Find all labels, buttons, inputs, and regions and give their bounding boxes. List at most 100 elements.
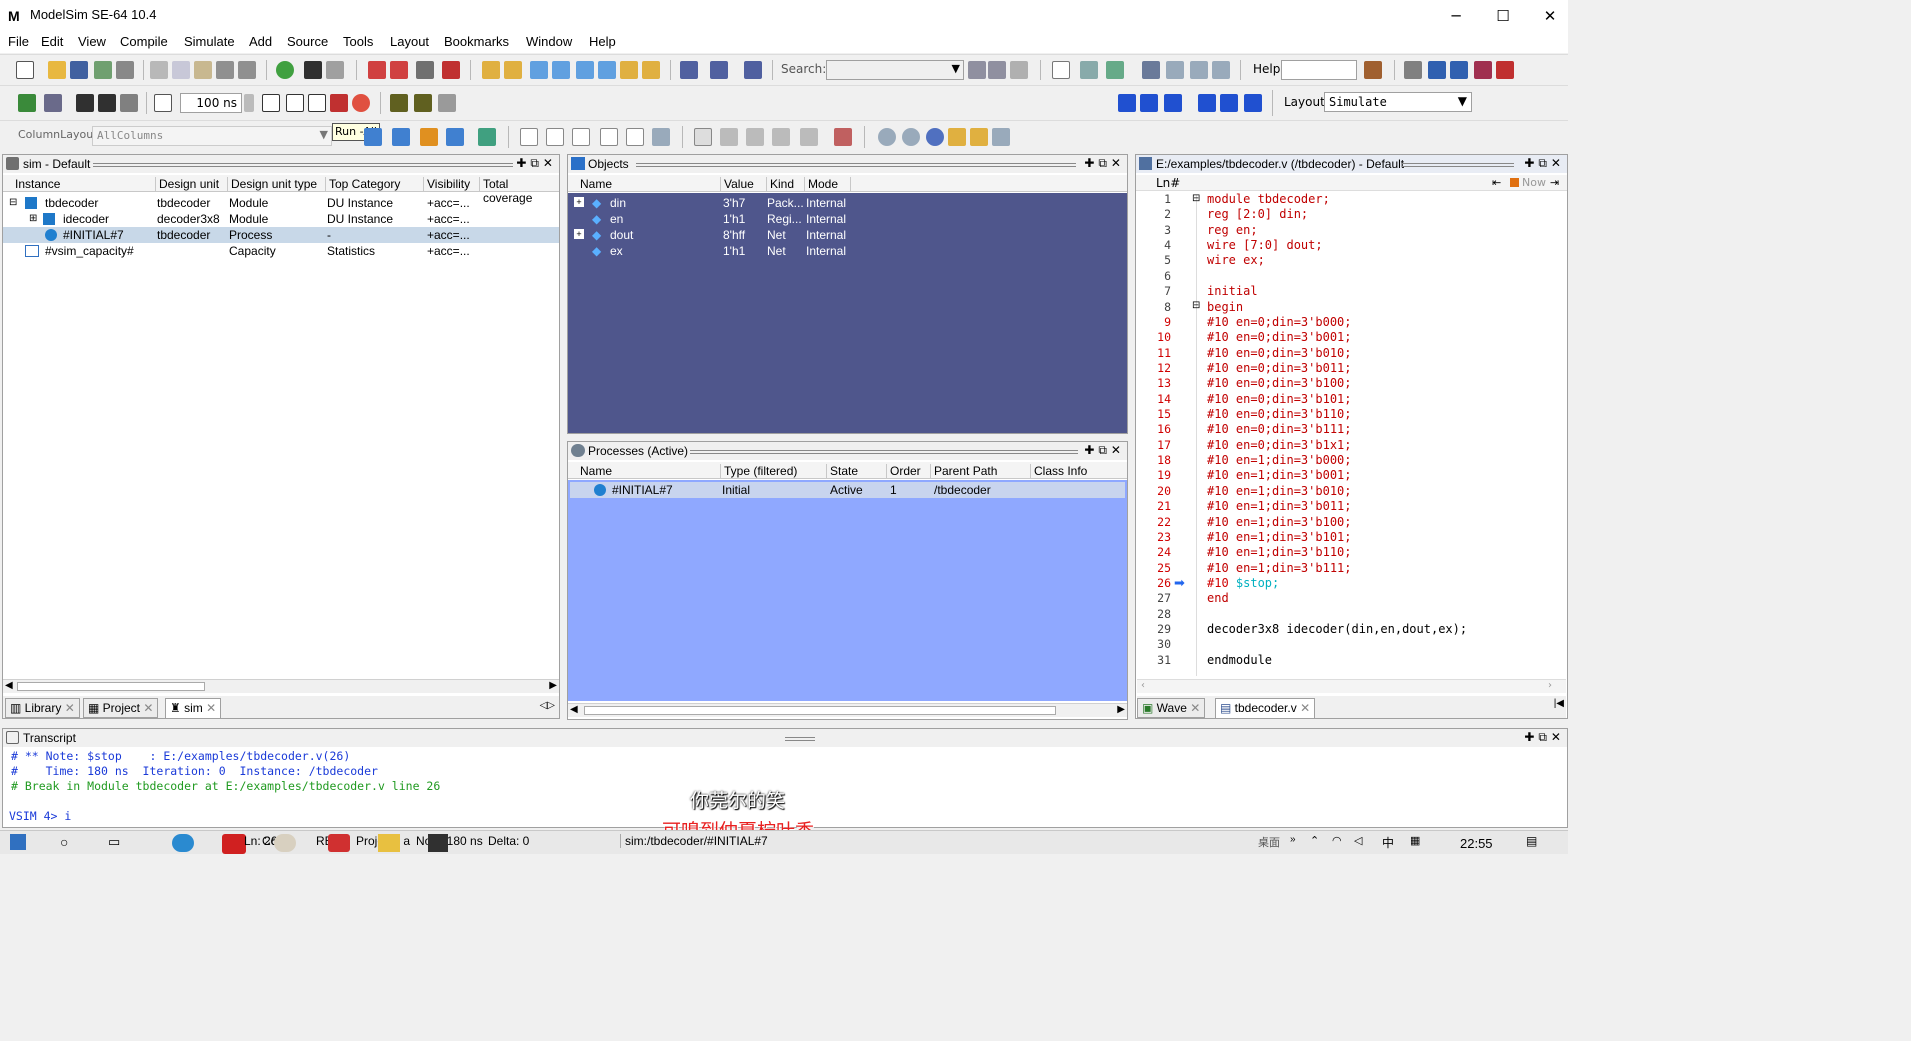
trace-x-icon[interactable] bbox=[620, 61, 638, 79]
wave-up-icon[interactable] bbox=[482, 61, 500, 79]
taskbar-search-icon[interactable]: ○ bbox=[60, 834, 68, 850]
list-item[interactable]: + ◆ din 3'h7 Pack... Internal bbox=[568, 195, 1127, 211]
expand-icon[interactable]: ⊞ bbox=[29, 213, 37, 224]
tool-a-icon[interactable] bbox=[1404, 61, 1422, 79]
help-search-icon[interactable] bbox=[1364, 61, 1382, 79]
col-state[interactable]: State bbox=[826, 464, 886, 479]
layout-4-icon[interactable] bbox=[1142, 61, 1160, 79]
col-instance[interactable]: Instance bbox=[3, 177, 155, 192]
collapse-icon[interactable] bbox=[326, 61, 344, 79]
list-item[interactable]: ◆ en 1'h1 Regi... Internal bbox=[568, 211, 1127, 227]
trace-y-icon[interactable] bbox=[642, 61, 660, 79]
table-row[interactable]: #vsim_capacity# Capacity Statistics +acc… bbox=[3, 243, 559, 259]
tool-e-icon[interactable] bbox=[1496, 61, 1514, 79]
menu-compile[interactable]: Compile bbox=[120, 34, 168, 49]
panel-controls[interactable]: ✚⧉✕ bbox=[516, 156, 557, 171]
minimize-button[interactable]: ─ bbox=[1433, 4, 1479, 28]
up-arrow-icon[interactable] bbox=[76, 94, 94, 112]
task-view-icon[interactable]: ▭ bbox=[108, 834, 120, 850]
menu-edit[interactable]: Edit bbox=[41, 34, 63, 49]
search-input[interactable]: ▼ bbox=[826, 60, 964, 80]
layout-select[interactable]: Simulate ▼ bbox=[1324, 92, 1472, 112]
back-arrow-icon[interactable] bbox=[98, 94, 116, 112]
layout-7-icon[interactable] bbox=[1212, 61, 1230, 79]
menu-window[interactable]: Window bbox=[526, 34, 572, 49]
env-icon[interactable] bbox=[44, 94, 62, 112]
tray-expand-icon[interactable]: » bbox=[1290, 834, 1296, 845]
scroll-right-icon[interactable]: ▶ bbox=[549, 680, 557, 691]
step-icon[interactable] bbox=[390, 94, 408, 112]
print-icon[interactable] bbox=[116, 61, 134, 79]
break-icon[interactable] bbox=[368, 61, 386, 79]
tool-b-icon[interactable] bbox=[1428, 61, 1446, 79]
paste-icon[interactable] bbox=[194, 61, 212, 79]
filter-output-icon[interactable] bbox=[546, 128, 564, 146]
maximize-button[interactable]: ☐ bbox=[1480, 4, 1526, 28]
keyboard-icon[interactable]: ▦ bbox=[1410, 834, 1420, 847]
col-name[interactable]: Name bbox=[568, 464, 720, 479]
run-all-icon[interactable] bbox=[308, 94, 326, 112]
panel-controls[interactable]: ✚⧉✕ bbox=[1084, 156, 1125, 171]
col-total-coverage[interactable]: Total coverage bbox=[479, 177, 559, 205]
panel-controls[interactable]: ✚⧉✕ bbox=[1524, 730, 1565, 745]
col-design-unit[interactable]: Design unit bbox=[155, 177, 227, 192]
layout-2-icon[interactable] bbox=[1080, 61, 1098, 79]
fold-icon[interactable]: ⊟ bbox=[1192, 193, 1200, 204]
close-icon[interactable]: ✕ bbox=[143, 701, 153, 715]
scroll-left-icon[interactable]: ◀ bbox=[570, 704, 578, 715]
zoom-out-icon[interactable] bbox=[902, 128, 920, 146]
step-out-icon[interactable] bbox=[1164, 94, 1182, 112]
col-class-info[interactable]: Class Info bbox=[1030, 464, 1127, 479]
close-window-button[interactable]: ✕ bbox=[1527, 4, 1573, 28]
col-name[interactable]: Name bbox=[568, 177, 720, 192]
col-design-unit-type[interactable]: Design unit type bbox=[227, 177, 325, 192]
wave-down-icon[interactable] bbox=[504, 61, 522, 79]
run-length-input[interactable]: 100 ns bbox=[180, 93, 242, 113]
panel-controls[interactable]: ✚⧉✕ bbox=[1084, 443, 1125, 458]
app-2-icon[interactable] bbox=[328, 834, 350, 852]
menu-add[interactable]: Add bbox=[249, 34, 272, 49]
tab-source-file[interactable]: ▤ tbdecoder.v ✕ bbox=[1215, 698, 1316, 718]
network-icon[interactable]: ◠ bbox=[1332, 834, 1342, 847]
list-item[interactable]: + ◆ dout 8'hff Net Internal bbox=[568, 227, 1127, 243]
table-row[interactable]: ⊞ idecoder decoder3x8 Module DU Instance… bbox=[3, 211, 559, 227]
trace-up-icon[interactable] bbox=[576, 61, 594, 79]
wave-add-5-icon[interactable] bbox=[478, 128, 496, 146]
col-visibility[interactable]: Visibility bbox=[423, 177, 479, 192]
step-over-blue-icon[interactable] bbox=[1140, 94, 1158, 112]
tool-c-icon[interactable] bbox=[1450, 61, 1468, 79]
zoom-cursor-icon[interactable] bbox=[948, 128, 966, 146]
expand-icon[interactable]: + bbox=[574, 229, 584, 239]
col-type[interactable]: Type (filtered) bbox=[720, 464, 826, 479]
close-icon[interactable]: ✕ bbox=[206, 701, 216, 715]
processes-horizontal-scrollbar[interactable]: ◀ ▶ bbox=[568, 703, 1127, 717]
cut-icon[interactable] bbox=[150, 61, 168, 79]
tab-wave[interactable]: ▣ Wave ✕ bbox=[1137, 698, 1206, 718]
run-length-icon[interactable] bbox=[154, 94, 172, 112]
menu-bookmarks[interactable]: Bookmarks bbox=[444, 34, 509, 49]
tab-sim[interactable]: ♜ sim ✕ bbox=[165, 698, 222, 718]
menu-help[interactable]: Help bbox=[589, 34, 616, 49]
scroll-right-icon[interactable]: › bbox=[1548, 680, 1552, 691]
undo-icon[interactable] bbox=[216, 61, 234, 79]
scroll-thumb[interactable] bbox=[17, 682, 205, 691]
menu-source[interactable]: Source bbox=[287, 34, 328, 49]
filter-input-icon[interactable] bbox=[520, 128, 538, 146]
cursor-2-icon[interactable] bbox=[800, 128, 818, 146]
tray-chevron-icon[interactable]: ⌃ bbox=[1310, 834, 1319, 847]
help-input[interactable] bbox=[1281, 60, 1357, 80]
break-sim-icon[interactable] bbox=[330, 94, 348, 112]
layout-1-icon[interactable] bbox=[1052, 61, 1070, 79]
list-item[interactable]: ◆ ex 1'h1 Net Internal bbox=[568, 243, 1127, 259]
tab-project[interactable]: ▦ Project ✕ bbox=[83, 698, 159, 718]
wave-add-3-icon[interactable] bbox=[420, 128, 438, 146]
break-all-icon[interactable] bbox=[390, 61, 408, 79]
scroll-thumb[interactable] bbox=[584, 706, 1056, 715]
windows-start-icon[interactable] bbox=[10, 834, 26, 850]
trace-right-icon[interactable] bbox=[552, 61, 570, 79]
memory-icon[interactable] bbox=[744, 61, 762, 79]
fold-icon[interactable]: ⊟ bbox=[1192, 300, 1200, 311]
search-options-icon[interactable] bbox=[1010, 61, 1028, 79]
edge-browser-icon[interactable] bbox=[172, 834, 194, 852]
column-layout-select[interactable]: AllColumns ▼ bbox=[92, 126, 332, 146]
